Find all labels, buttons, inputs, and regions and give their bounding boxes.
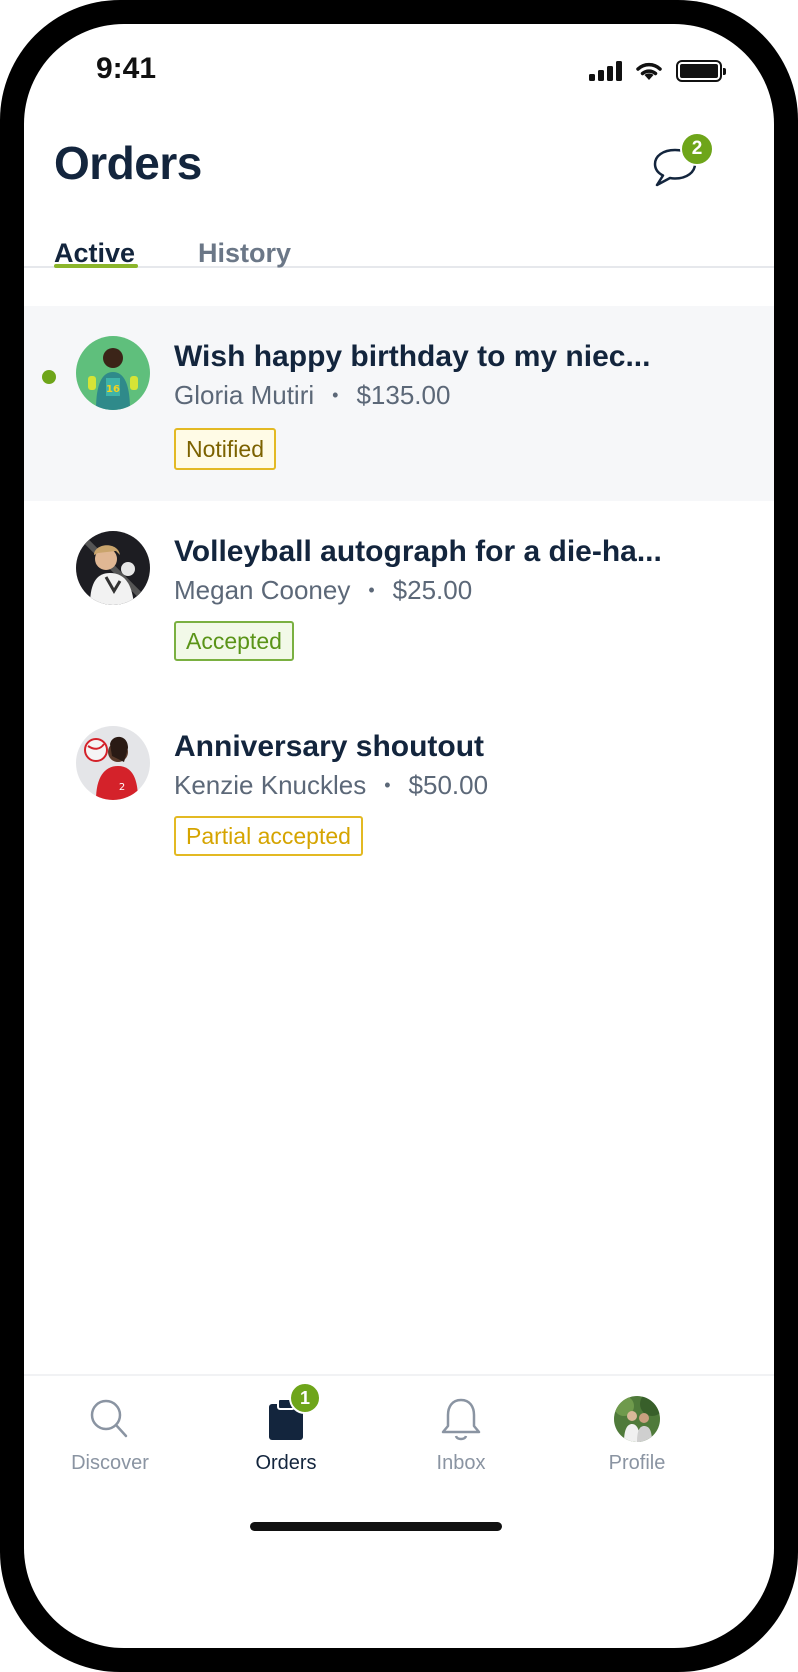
cellular-signal-icon — [589, 61, 622, 81]
status-badge: Partial accepted — [174, 816, 363, 856]
avatar — [614, 1396, 660, 1442]
separator-dot: • — [332, 385, 339, 405]
talent-name: Megan Cooney — [174, 575, 351, 605]
status-icons — [589, 60, 726, 82]
screen: 9:41 Orders 2 Active History 16 Wish hap… — [24, 24, 774, 1648]
status-time: 9:41 — [96, 52, 157, 85]
talent-name: Gloria Mutiri — [174, 380, 315, 410]
status-badge: Notified — [174, 428, 276, 470]
tab-bar: Active History — [24, 214, 774, 268]
chat-badge: 2 — [680, 132, 714, 166]
clipboard-icon: 1 — [261, 1382, 321, 1442]
order-meta: Gloria Mutiri • $135.00 — [174, 380, 450, 411]
unread-indicator — [42, 370, 56, 384]
tab-history[interactable]: History — [198, 238, 291, 269]
battery-icon — [676, 60, 726, 82]
nav-label: Discover — [71, 1452, 149, 1474]
order-meta: Megan Cooney • $25.00 — [174, 575, 472, 606]
nav-label: Inbox — [436, 1452, 486, 1474]
order-price: $50.00 — [408, 770, 489, 800]
order-title: Wish happy birthday to my niec... — [174, 340, 651, 373]
home-indicator — [250, 1522, 502, 1531]
wifi-icon — [636, 62, 662, 80]
avatar — [76, 531, 150, 605]
nav-inbox[interactable]: Inbox — [401, 1396, 521, 1475]
device-frame: 9:41 Orders 2 Active History 16 Wish hap… — [0, 0, 798, 1672]
order-item[interactable]: Volleyball autograph for a die-ha... Meg… — [24, 501, 774, 696]
order-item[interactable]: 16 Wish happy birthday to my niec... Glo… — [24, 306, 774, 501]
avatar: 2 — [76, 726, 150, 800]
search-icon — [85, 1396, 135, 1442]
nav-label: Profile — [608, 1452, 666, 1474]
order-meta: Kenzie Knuckles • $50.00 — [174, 770, 488, 801]
nav-orders[interactable]: 1 Orders — [226, 1382, 346, 1475]
separator-dot: • — [384, 775, 391, 795]
nav-profile[interactable]: Profile — [577, 1396, 697, 1475]
bell-icon — [436, 1396, 486, 1442]
status-badge: Accepted — [174, 621, 294, 661]
order-price: $25.00 — [392, 575, 473, 605]
avatar: 16 — [76, 336, 150, 410]
status-bar: 9:41 — [24, 24, 774, 114]
messages-button[interactable]: 2 — [652, 132, 714, 192]
nav-label: Orders — [255, 1452, 317, 1474]
svg-text:2: 2 — [119, 782, 125, 793]
order-list: 16 Wish happy birthday to my niec... Glo… — [24, 306, 774, 891]
order-item[interactable]: 2 Anniversary shoutout Kenzie Knuckles •… — [24, 696, 774, 891]
orders-badge: 1 — [289, 1382, 321, 1414]
nav-discover[interactable]: Discover — [50, 1396, 170, 1475]
bottom-nav: Discover 1 Orders Inbox Profile — [24, 1374, 774, 1484]
order-title: Volleyball autograph for a die-ha... — [174, 535, 662, 568]
separator-dot: • — [368, 580, 375, 600]
talent-name: Kenzie Knuckles — [174, 770, 367, 800]
order-title: Anniversary shoutout — [174, 730, 485, 763]
order-price: $135.00 — [356, 380, 451, 410]
active-tab-indicator — [54, 264, 138, 268]
page-title: Orders — [54, 137, 202, 189]
svg-text:16: 16 — [106, 384, 120, 395]
